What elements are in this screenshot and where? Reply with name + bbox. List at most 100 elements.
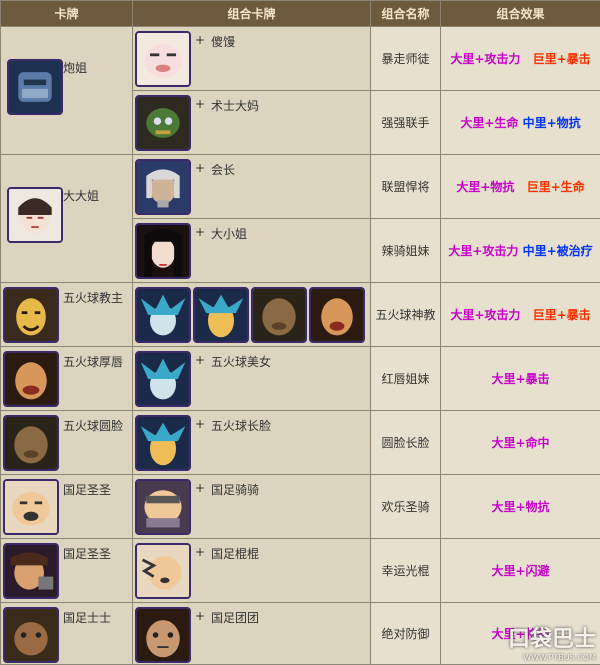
combo-card-name: 傻馒 <box>211 35 236 49</box>
combo-portrait-icon[interactable] <box>193 287 249 343</box>
effect-secondary: 巨里+暴击 <box>532 308 591 322</box>
effect-primary: 大里+生命 <box>460 116 519 130</box>
combo-cell: + 会长 <box>132 154 371 219</box>
combo-portrait-icon[interactable] <box>135 415 191 471</box>
combo-cell: + 国足团团 <box>132 602 371 665</box>
effect-primary: 大里+暴击 <box>491 372 550 386</box>
header-combo-name: 组合名称 <box>370 0 441 27</box>
combo-portrait-icon[interactable] <box>135 95 191 151</box>
combo-table: 卡牌 组合卡牌 组合名称 组合效果 炮姐 + 傻馒 暴走师徒 大里+攻击力 巨里… <box>0 0 600 665</box>
table-row: 五火球圆脸 + 五火球长脸 圆脸长脸 大里+命中 <box>0 410 600 475</box>
combo-effect: 大里+命中 <box>440 410 600 475</box>
header-card: 卡牌 <box>0 0 133 27</box>
combo-portrait-icon[interactable] <box>135 31 191 87</box>
combo-portrait-icon[interactable] <box>251 287 307 343</box>
combo-cell: + 五火球长脸 <box>132 410 371 475</box>
combo-name: 五火球神教 <box>370 282 441 347</box>
card-cell: 五火球圆脸 <box>0 410 133 475</box>
plus-sign: + <box>195 417 206 431</box>
card-portrait-icon[interactable] <box>3 287 59 343</box>
combo-portrait-icon[interactable] <box>135 287 191 343</box>
table-row: 炮姐 + 傻馒 暴走师徒 大里+攻击力 巨里+暴击 <box>0 26 600 155</box>
card-name: 国足士士 <box>63 611 112 625</box>
combo-effect: 大里+攻击力 巨里+暴击 <box>440 282 600 347</box>
card-cell: 大大姐 <box>0 154 133 283</box>
plus-sign: + <box>195 225 206 239</box>
combo-cell: + 傻馒 <box>132 26 371 91</box>
plus-sign: + <box>195 97 206 111</box>
combo-cell: + 术士大妈 <box>132 90 371 155</box>
card-name: 炮姐 <box>63 61 88 75</box>
combo-effect: 大里+攻击力 中里+被治疗 <box>440 218 600 283</box>
table-row: 国足圣圣 + 国足棍棍 幸运光棍 大里+闪避 <box>0 538 600 603</box>
effect-secondary: 中里+被治疗 <box>522 244 593 258</box>
table-row: 五火球厚唇 + 五火球美女 红唇姐妹 大里+暴击 <box>0 346 600 411</box>
card-portrait-icon[interactable] <box>3 351 59 407</box>
combo-portrait-icon[interactable] <box>309 287 365 343</box>
combo-cell: + 大小姐 <box>132 218 371 283</box>
plus-sign: + <box>195 353 206 367</box>
combo-name: 圆脸长脸 <box>370 410 441 475</box>
effect-primary: 大里+攻击力 <box>450 52 521 66</box>
combo-portrait-icon[interactable] <box>135 159 191 215</box>
effect-primary: 大里+物抗 <box>456 180 515 194</box>
header-row: 卡牌 组合卡牌 组合名称 组合效果 <box>0 0 600 27</box>
card-name: 大大姐 <box>63 189 100 203</box>
watermark-brand: 口袋巴士 <box>507 627 596 652</box>
effect-secondary: 中里+物抗 <box>522 116 581 130</box>
watermark-url: WWW.PTBUS.COM <box>523 653 596 662</box>
combo-name: 强强联手 <box>370 90 441 155</box>
card-portrait-icon[interactable] <box>7 59 63 115</box>
card-cell: 五火球教主 <box>0 282 133 347</box>
card-name: 国足圣圣 <box>63 483 112 497</box>
combo-portrait-icon[interactable] <box>135 479 191 535</box>
plus-sign: + <box>195 33 206 47</box>
table-row: 大大姐 + 会长 联盟悍将 大里+物抗 巨里+生命 <box>0 154 600 283</box>
header-combo-effect: 组合效果 <box>440 0 600 27</box>
combo-portrait-icon[interactable] <box>135 607 191 663</box>
card-cell: 炮姐 <box>0 26 133 155</box>
combo-name: 辣骑姐妹 <box>370 218 441 283</box>
combo-cell <box>132 282 371 347</box>
combo-name: 幸运光棍 <box>370 538 441 603</box>
combo-effect: 大里+暴击 <box>440 346 600 411</box>
card-portrait-icon[interactable] <box>3 415 59 471</box>
effect-primary: 大里+攻击力 <box>450 308 521 322</box>
combo-name: 联盟悍将 <box>370 154 441 219</box>
card-portrait-icon[interactable] <box>3 479 59 535</box>
card-name: 国足圣圣 <box>63 547 112 561</box>
combo-card-name: 会长 <box>211 163 236 177</box>
combo-card-name: 五火球美女 <box>211 355 272 369</box>
card-portrait-icon[interactable] <box>3 543 59 599</box>
combo-portrait-icon[interactable] <box>135 543 191 599</box>
combo-portrait-icon[interactable] <box>135 351 191 407</box>
combo-card-name: 国足棍棍 <box>211 547 260 561</box>
card-cell: 国足圣圣 <box>0 474 133 539</box>
combo-name: 红唇姐妹 <box>370 346 441 411</box>
card-portrait-icon[interactable] <box>3 607 59 663</box>
card-cell: 五火球厚唇 <box>0 346 133 411</box>
combo-card-name: 术士大妈 <box>211 99 260 113</box>
table-row: 五火球教主 五火球神教 大里+攻击力 巨里+暴击 <box>0 282 600 347</box>
card-name: 五火球圆脸 <box>63 419 124 433</box>
combo-name: 绝对防御 <box>370 602 441 665</box>
table-row: 国足圣圣 + 国足骑骑 欢乐圣骑 大里+物抗 <box>0 474 600 539</box>
header-combo-card: 组合卡牌 <box>132 0 371 27</box>
card-portrait-icon[interactable] <box>7 187 63 243</box>
card-name: 五火球教主 <box>63 291 124 305</box>
plus-sign: + <box>195 161 206 175</box>
effect-primary: 大里+攻击力 <box>448 244 519 258</box>
effect-primary: 大里+命中 <box>491 436 550 450</box>
combo-cell: + 五火球美女 <box>132 346 371 411</box>
card-name: 五火球厚唇 <box>63 355 124 369</box>
card-cell: 国足士士 <box>0 602 133 665</box>
plus-sign: + <box>195 545 206 559</box>
card-cell: 国足圣圣 <box>0 538 133 603</box>
combo-card-name: 国足团团 <box>211 611 260 625</box>
effect-primary: 大里+物抗 <box>491 500 550 514</box>
combo-name: 暴走师徒 <box>370 26 441 91</box>
combo-effect: 大里+攻击力 巨里+暴击 <box>440 26 600 91</box>
effect-secondary: 巨里+生命 <box>526 180 585 194</box>
combo-portrait-icon[interactable] <box>135 223 191 279</box>
combo-card-name: 大小姐 <box>211 227 248 241</box>
